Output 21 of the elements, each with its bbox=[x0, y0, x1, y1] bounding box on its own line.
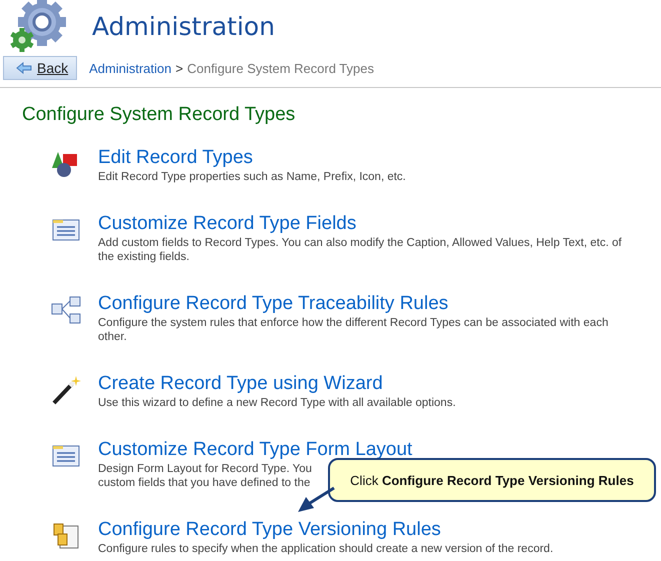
option-link[interactable]: Customize Record Type Fields bbox=[98, 212, 356, 236]
page-title: Administration bbox=[92, 12, 275, 40]
option-link[interactable]: Configure Record Type Versioning Rules bbox=[98, 518, 441, 542]
breadcrumb-separator: > bbox=[176, 60, 184, 76]
left-arrow-icon bbox=[16, 62, 32, 74]
option-description: Design Form Layout for Record Type. You custom fields that you have defined to the bbox=[98, 462, 312, 490]
option-description: Configure rules to specify when the application should create a new version of the record. bbox=[98, 542, 554, 556]
magic-wand-icon bbox=[50, 374, 82, 406]
option-description: Use this wizard to define a new Record Type with all available options. bbox=[98, 396, 456, 410]
option-link[interactable]: Configure Record Type Traceability Rules bbox=[98, 292, 448, 316]
option-link[interactable]: Create Record Type using Wizard bbox=[98, 372, 383, 396]
callout: Click Configure Record Type Versioning Rules bbox=[328, 458, 656, 502]
option-description: Edit Record Type properties such as Name, Prefix, Icon, etc. bbox=[98, 170, 406, 184]
option-description: Configure the system rules that enforce how the different Record Types can be associated with each other. bbox=[98, 316, 608, 344]
section-title: Configure System Record Types bbox=[22, 104, 296, 126]
tree-diagram-icon bbox=[50, 294, 82, 326]
option-description: Add custom fields to Record Types. You can also modify the Caption, Allowed Values, Help Text, etc. of the existing fields. bbox=[98, 236, 622, 264]
breadcrumb-link[interactable]: Administration bbox=[89, 60, 172, 76]
option-link[interactable]: Edit Record Types bbox=[98, 146, 253, 170]
breadcrumb-current: Configure System Record Types bbox=[187, 60, 374, 76]
back-button[interactable]: Back bbox=[3, 56, 78, 80]
